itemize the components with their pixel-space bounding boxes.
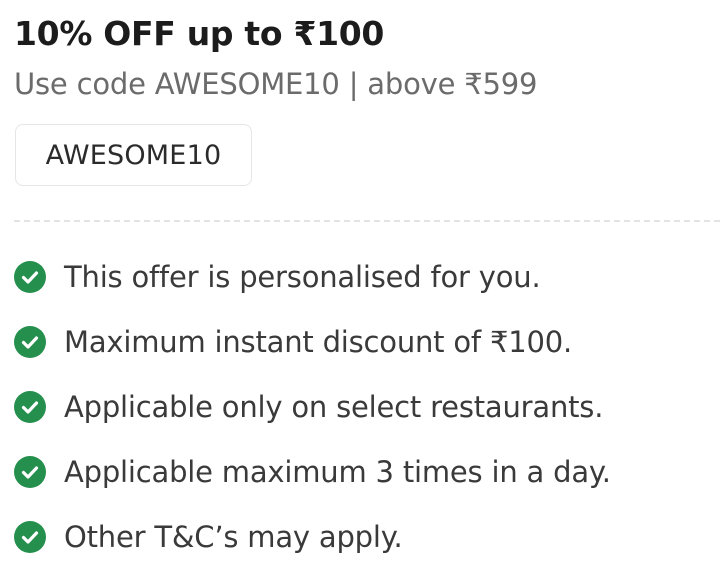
term-text: Applicable maximum 3 times in a day.: [64, 454, 611, 489]
terms-list: This offer is personalised for you. Maxi…: [14, 244, 714, 569]
term-item: This offer is personalised for you.: [14, 244, 714, 309]
term-item: Maximum instant discount of ₹100.: [14, 309, 714, 374]
check-circle-icon: [14, 520, 46, 553]
check-circle-icon: [14, 455, 46, 488]
term-text: This offer is personalised for you.: [64, 259, 541, 294]
check-circle-icon: [14, 325, 46, 358]
term-text: Other T&C’s may apply.: [64, 519, 403, 554]
term-item: Applicable maximum 3 times in a day.: [14, 439, 714, 504]
offer-subtitle: Use code AWESOME10 | above ₹599: [14, 67, 538, 101]
dashed-divider: [14, 220, 720, 222]
check-circle-icon: [14, 390, 46, 423]
coupon-code-chip[interactable]: AWESOME10: [15, 124, 252, 186]
term-text: Applicable only on select restaurants.: [64, 389, 604, 424]
offer-details: 10% OFF up to ₹100 Use code AWESOME10 | …: [0, 0, 720, 569]
check-circle-icon: [14, 260, 46, 293]
term-item: Applicable only on select restaurants.: [14, 374, 714, 439]
offer-title: 10% OFF up to ₹100: [14, 14, 385, 53]
coupon-code-label: AWESOME10: [45, 139, 222, 171]
term-text: Maximum instant discount of ₹100.: [64, 324, 572, 359]
term-item: Other T&C’s may apply.: [14, 504, 714, 569]
